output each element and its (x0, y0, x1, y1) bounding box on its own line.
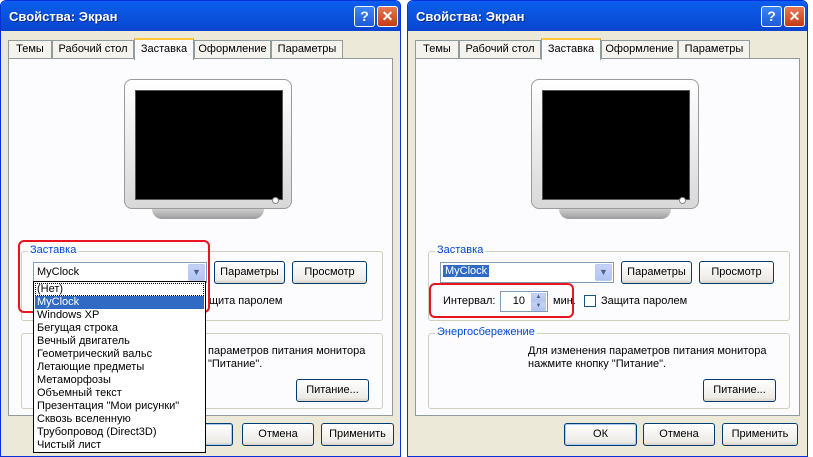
tab-desktop[interactable]: Рабочий стол (52, 40, 134, 59)
preview-button[interactable]: Просмотр (699, 261, 774, 284)
password-label: Защита паролем (601, 295, 688, 307)
monitor-preview (124, 79, 292, 209)
tab-settings[interactable]: Параметры (271, 40, 343, 59)
dropdown-option[interactable]: Windows XP (35, 309, 204, 322)
password-checkbox[interactable] (584, 295, 596, 307)
tab-screensaver[interactable]: Заставка (541, 38, 601, 60)
settings-button[interactable]: Параметры (214, 261, 285, 284)
help-button[interactable]: ? (761, 6, 782, 27)
screensaver-select[interactable]: MyClock ▼ (440, 262, 614, 283)
dropdown-option[interactable]: Метаморфозы (35, 374, 204, 387)
ok-button[interactable]: ОК (564, 423, 637, 446)
dropdown-option[interactable]: Геометрический вальс (35, 348, 204, 361)
dropdown-option[interactable]: Вечный двигатель (35, 335, 204, 348)
tab-themes[interactable]: Темы (8, 40, 52, 59)
power-text-line1: параметров питания монитора (208, 345, 366, 357)
apply-button[interactable]: Применить (722, 423, 798, 446)
dropdown-option[interactable]: Чистый лист (35, 439, 204, 452)
title-bar[interactable]: Свойства: Экран ? ✕ (408, 1, 807, 31)
screensaver-group-label: Заставка (435, 244, 486, 256)
tab-appearance[interactable]: Оформление (601, 40, 678, 59)
dropdown-option[interactable]: Презентация "Мои рисунки" (35, 400, 204, 413)
power-text-line2: "Питание". (208, 358, 263, 370)
tab-appearance[interactable]: Оформление (194, 40, 271, 59)
dropdown-option[interactable]: Трубопровод (Direct3D) (35, 426, 204, 439)
dropdown-option[interactable]: Летающие предметы (35, 361, 204, 374)
tab-settings[interactable]: Параметры (678, 40, 750, 59)
monitor-screen (135, 90, 283, 200)
power-text-line2: нажмите кнопку "Питание". (528, 358, 667, 370)
dropdown-option[interactable]: Сквозь вселенную (35, 413, 204, 426)
monitor-screen (542, 90, 690, 200)
screensaver-panel: Заставка MyClock ▼ Параметры Просмотр Ин… (415, 58, 800, 416)
monitor-power-led (679, 197, 686, 204)
screensaver-select-value: MyClock (443, 265, 490, 277)
password-label: щита паролем (209, 295, 283, 307)
highlight-box-interval (429, 283, 574, 318)
tab-themes[interactable]: Темы (415, 40, 459, 59)
dropdown-option[interactable]: Бегущая строка (35, 322, 204, 335)
cancel-button[interactable]: Отмена (242, 423, 314, 446)
window-title: Свойства: Экран (416, 9, 525, 24)
chevron-down-icon[interactable]: ▼ (595, 264, 612, 281)
cancel-button[interactable]: Отмена (643, 423, 715, 446)
power-text-line1: Для изменения параметров питания монитор… (528, 345, 767, 357)
monitor-preview (531, 79, 699, 209)
dropdown-option[interactable]: (Нет) (35, 283, 204, 296)
monitor-power-led (272, 197, 279, 204)
tab-desktop[interactable]: Рабочий стол (459, 40, 541, 59)
display-properties-window-right: Свойства: Экран ? ✕ Темы Рабочий стол За… (407, 0, 808, 457)
monitor-stand (152, 209, 264, 219)
close-button[interactable]: ✕ (377, 6, 398, 27)
apply-button[interactable]: Применить (321, 423, 394, 446)
power-button[interactable]: Питание... (703, 379, 776, 402)
window-title: Свойства: Экран (9, 9, 118, 24)
dropdown-option[interactable]: Объемный текст (35, 387, 204, 400)
energy-group-label: Энергосбережение (435, 326, 537, 338)
preview-button[interactable]: Просмотр (292, 261, 367, 284)
dropdown-option-selected[interactable]: MyClock (35, 296, 204, 309)
tab-screensaver[interactable]: Заставка (134, 38, 194, 60)
title-bar[interactable]: Свойства: Экран ? ✕ (1, 1, 400, 31)
power-button[interactable]: Питание... (296, 379, 369, 402)
close-button[interactable]: ✕ (784, 6, 805, 27)
monitor-stand (559, 209, 671, 219)
settings-button[interactable]: Параметры (621, 261, 692, 284)
screensaver-dropdown-list[interactable]: (Нет) MyClock Windows XP Бегущая строка … (33, 281, 206, 453)
help-button[interactable]: ? (354, 6, 375, 27)
